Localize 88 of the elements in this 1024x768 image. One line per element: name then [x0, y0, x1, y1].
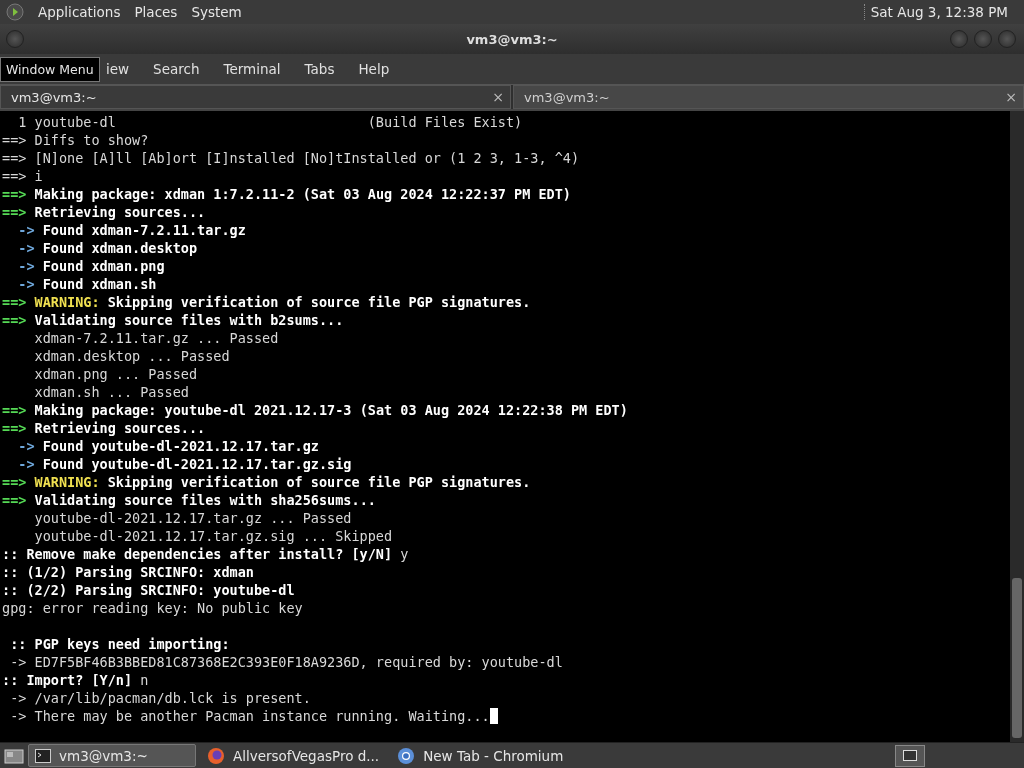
terminal-text: xdman.png ... Passed	[33, 365, 198, 383]
menu-item[interactable]: iew	[106, 61, 140, 77]
terminal-text: :: (2/2) Parsing SRCINFO: youtube-dl	[2, 581, 295, 599]
terminal-text: 1 youtube-dl (Build Files Exist)	[17, 113, 523, 131]
terminal-text: ==>	[2, 419, 27, 437]
window-menu-button[interactable]	[6, 30, 24, 48]
panel-menu[interactable]: System	[191, 4, 242, 20]
terminal-text: WARNING:	[33, 293, 100, 311]
distro-logo-icon[interactable]	[6, 3, 24, 21]
tooltip: Window Menu	[0, 57, 100, 82]
terminal-text: Found youtube-dl-2021.12.17.tar.gz	[41, 437, 319, 455]
terminal-text: y	[399, 545, 409, 563]
terminal-tab[interactable]: vm3@vm3:~ ×	[0, 85, 511, 109]
firefox-icon	[207, 746, 225, 765]
terminal-tab[interactable]: vm3@vm3:~ ×	[513, 85, 1024, 109]
terminal-text: Making package: youtube-dl 2021.12.17-3 (Sat 03 Aug 2024 12:22:38 PM EDT)	[33, 401, 628, 419]
terminal-text: ==>	[2, 185, 27, 203]
terminal-text: Skipping verification of source file PGP signatures.	[106, 293, 531, 311]
taskbar-item[interactable]: New Tab - Chromium	[390, 744, 571, 767]
scrollbar-thumb[interactable]	[1012, 578, 1022, 738]
close-icon[interactable]: ×	[492, 89, 504, 105]
taskbar-item[interactable]: AllversofVegasPro d...	[200, 744, 387, 767]
terminal-text: Found xdman-7.2.11.tar.gz	[41, 221, 246, 239]
terminal-text: ==> [N]one [A]ll [Ab]ort [I]nstalled [No]tInstalled or (1 2 3, 1-3, ^4)	[2, 149, 580, 167]
menu-item[interactable]: Search	[153, 61, 210, 77]
terminal-text: ==>	[2, 293, 27, 311]
terminal-text: :: Remove make dependencies after install? [y/N]	[2, 545, 393, 563]
terminal-text: ->	[17, 257, 35, 275]
terminal-text: Retrieving sources...	[33, 203, 206, 221]
terminal-text: -> /var/lib/pacman/db.lck is present.	[9, 689, 311, 707]
terminal-text: ==> i	[2, 167, 43, 185]
terminal-text: :: PGP keys need importing:	[9, 635, 230, 653]
terminal-text: ->	[17, 437, 35, 455]
terminal-text: gpg: error reading key: No public key	[2, 599, 303, 617]
terminal-text: xdman-7.2.11.tar.gz ... Passed	[33, 329, 279, 347]
terminal-text: youtube-dl-2021.12.17.tar.gz ... Passed	[33, 509, 352, 527]
terminal-text: Validating source files with sha256sums...	[33, 491, 376, 509]
terminal-text: xdman.sh ... Passed	[33, 383, 189, 401]
chromium-icon	[397, 746, 416, 765]
close-button[interactable]	[998, 30, 1016, 48]
menu-item[interactable]: Help	[358, 61, 400, 77]
terminal-icon	[35, 748, 51, 763]
minimize-button[interactable]	[950, 30, 968, 48]
terminal-text: Skipping verification of source file PGP signatures.	[106, 473, 531, 491]
window-icon	[903, 750, 917, 761]
menu-item[interactable]: Terminal	[223, 61, 291, 77]
terminal-text: Found xdman.sh	[41, 275, 157, 293]
taskbar-item[interactable]: vm3@vm3:~	[28, 744, 196, 767]
text-cursor	[489, 708, 498, 724]
panel-menu[interactable]: Applications	[38, 4, 121, 20]
terminal-text: n	[139, 671, 149, 689]
terminal-text: ==>	[2, 491, 27, 509]
terminal-text: Found xdman.png	[41, 257, 165, 275]
terminal-text: :: (1/2) Parsing SRCINFO: xdman	[2, 563, 254, 581]
show-desktop-icon[interactable]	[4, 746, 24, 765]
tab-label: vm3@vm3:~	[11, 89, 97, 105]
terminal-text: Retrieving sources...	[33, 419, 206, 437]
maximize-button[interactable]	[974, 30, 992, 48]
terminal-text: ==>	[2, 401, 27, 419]
tab-label: vm3@vm3:~	[524, 89, 610, 105]
terminal-text: youtube-dl-2021.12.17.tar.gz.sig ... Skipped	[33, 527, 393, 545]
terminal-text: ->	[17, 275, 35, 293]
terminal-text: ==> Diffs to show?	[2, 131, 149, 149]
terminal-text: -> ED7F5BF46B3BBED81C87368E2C393E0F18A9236D, required by: youtube-dl	[9, 653, 563, 671]
workspace-button[interactable]	[895, 744, 925, 767]
taskbar-label: AllversofVegasPro d...	[233, 747, 380, 764]
terminal-text: ==>	[2, 473, 27, 491]
terminal-text: Found youtube-dl-2021.12.17.tar.gz.sig	[41, 455, 352, 473]
panel-menu[interactable]: Places	[134, 4, 178, 20]
terminal-text: -> There may be another Pacman instance running. Waiting...	[9, 707, 490, 725]
terminal-text: ->	[17, 239, 35, 257]
close-icon[interactable]: ×	[1005, 89, 1017, 105]
terminal-text: Validating source files with b2sums...	[33, 311, 344, 329]
terminal-text: ->	[17, 221, 35, 239]
terminal-text: ==>	[2, 203, 27, 221]
terminal-text: xdman.desktop ... Passed	[33, 347, 230, 365]
terminal-text: Found xdman.desktop	[41, 239, 198, 257]
taskbar-label: New Tab - Chromium	[423, 747, 564, 764]
terminal-text: ->	[17, 455, 35, 473]
terminal-text: Making package: xdman 1:7.2.11-2 (Sat 03 Aug 2024 12:22:37 PM EDT)	[33, 185, 571, 203]
terminal-text: ==>	[2, 311, 27, 329]
scrollbar[interactable]	[1010, 111, 1024, 742]
window-title: vm3@vm3:~	[466, 31, 558, 47]
taskbar-label: vm3@vm3:~	[59, 747, 148, 764]
menu-item[interactable]: Tabs	[304, 61, 345, 77]
terminal-text: WARNING:	[33, 473, 100, 491]
clock[interactable]: Sat Aug 3, 12:38 PM	[863, 4, 1018, 20]
terminal-text: :: Import? [Y/n]	[2, 671, 133, 689]
